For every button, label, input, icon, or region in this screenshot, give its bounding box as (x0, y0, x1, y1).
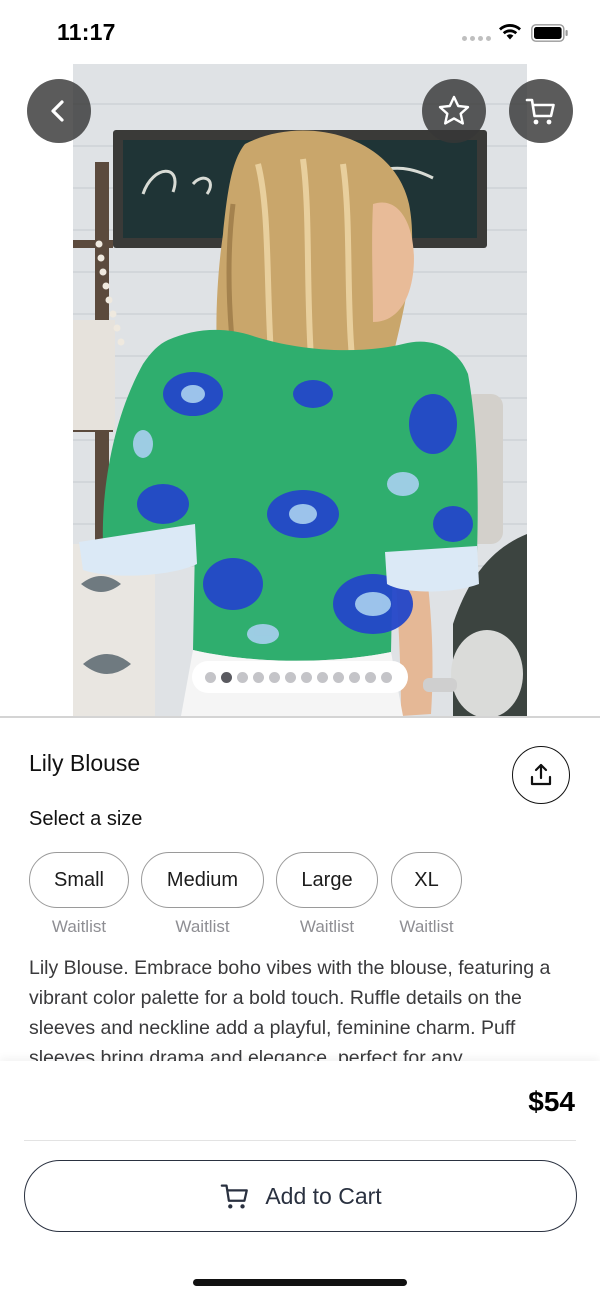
divider (24, 1140, 576, 1141)
pager-dot[interactable] (221, 671, 232, 683)
product-description: Lily Blouse. Embrace boho vibes with the… (29, 957, 551, 1061)
battery-icon (531, 24, 568, 42)
wifi-icon (499, 24, 521, 40)
chevron-left-icon (51, 100, 64, 122)
star-icon (438, 95, 470, 125)
size-option-large[interactable]: Large (276, 852, 378, 908)
product-title: Lily Blouse (29, 750, 141, 776)
pager-dot[interactable] (285, 671, 296, 683)
pager-dot[interactable] (253, 671, 264, 683)
signal-dots-icon (462, 36, 491, 41)
pager-dot[interactable] (301, 671, 312, 683)
pager-dot[interactable] (349, 671, 360, 683)
size-option-medium[interactable]: Medium (141, 852, 264, 908)
size-option-small[interactable]: Small (29, 852, 129, 908)
product-price: $54 (528, 1086, 575, 1117)
pager-dot[interactable] (333, 671, 344, 683)
pager-dot[interactable] (205, 671, 216, 683)
product-image[interactable] (73, 64, 527, 716)
back-button[interactable] (27, 79, 91, 143)
home-indicator (193, 1279, 407, 1286)
shopping-cart-icon (525, 98, 555, 125)
size-status-medium: Waitlist (175, 917, 230, 936)
add-to-cart-button[interactable]: Add to Cart (24, 1160, 577, 1232)
add-to-cart-label: Add to Cart (265, 1182, 382, 1209)
cart-button[interactable] (509, 79, 573, 143)
pager-dot[interactable] (269, 671, 280, 683)
pager-dot[interactable] (237, 671, 248, 683)
image-pager[interactable] (192, 661, 408, 693)
size-status-large: Waitlist (299, 917, 355, 936)
select-size-label: Select a size (29, 808, 143, 830)
favorite-button[interactable] (422, 79, 486, 143)
pager-dot[interactable] (317, 671, 328, 683)
product-photo-illustration (73, 64, 527, 716)
size-option-xl[interactable]: XL (391, 852, 462, 908)
status-bar: 11:17 (0, 0, 600, 64)
share-icon (530, 763, 552, 786)
size-status-xl: Waitlist (399, 917, 454, 936)
pager-dot[interactable] (381, 671, 392, 683)
status-time: 11:17 (57, 19, 116, 45)
pager-dot[interactable] (365, 671, 376, 683)
shopping-cart-icon (221, 1184, 249, 1209)
size-status-small: Waitlist (51, 917, 107, 936)
share-button[interactable] (512, 746, 570, 804)
divider (0, 716, 600, 718)
